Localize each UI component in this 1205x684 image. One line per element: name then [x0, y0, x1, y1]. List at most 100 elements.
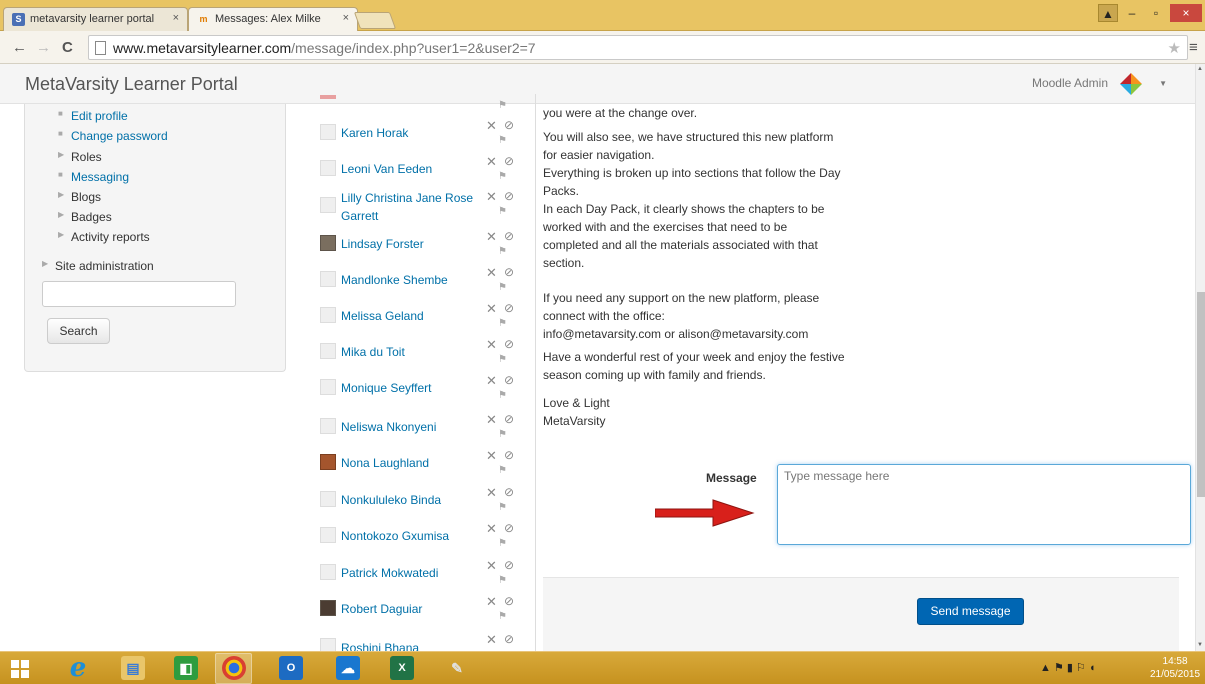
system-clock[interactable]: 14:58 21/05/2015 [1150, 655, 1200, 681]
page-scrollbar[interactable]: ▲ ▼ [1195, 64, 1205, 651]
minimize-button[interactable]: – [1121, 4, 1143, 22]
contact-name-link[interactable]: Monique Seyffert [341, 379, 432, 397]
flag-icon[interactable]: ⚑ [498, 246, 507, 257]
send-message-button[interactable]: Send message [917, 598, 1024, 625]
expand-arrow-icon[interactable]: ▶ [58, 230, 64, 239]
remove-contact-icon[interactable]: ✕ [486, 594, 497, 610]
expand-arrow-icon[interactable]: ▶ [58, 210, 64, 219]
paint-icon[interactable]: ✎ [445, 656, 469, 680]
close-window-button[interactable]: × [1170, 4, 1202, 22]
block-contact-icon[interactable]: ⊘ [504, 373, 514, 387]
contact-name-link[interactable]: Robert Daguiar [341, 600, 422, 618]
user-profile-icon[interactable]: ▲ [1098, 4, 1118, 22]
remove-contact-icon[interactable]: ✕ [486, 265, 497, 281]
block-contact-icon[interactable]: ⊘ [504, 412, 514, 426]
expand-arrow-icon[interactable]: ▶ [58, 150, 64, 159]
flag-icon[interactable]: ⚑ [498, 171, 507, 182]
contact-name-link[interactable]: Nontokozo Gxumisa [341, 527, 449, 545]
forward-arrow-icon[interactable]: → [36, 39, 51, 56]
contact-name-link[interactable]: Karen Horak [341, 124, 408, 142]
user-menu-caret-icon[interactable]: ▼ [1159, 79, 1167, 88]
contact-name-link[interactable]: Mandlonke Shembe [341, 271, 448, 289]
remove-contact-icon[interactable]: ✕ [486, 154, 497, 170]
flag-icon[interactable]: ⚑ [498, 318, 507, 329]
onedrive-icon[interactable]: ☁ [336, 656, 360, 680]
file-explorer-icon[interactable]: ▤ [121, 656, 145, 680]
remove-contact-icon[interactable]: ✕ [486, 632, 497, 648]
contact-name-link[interactable]: Melissa Geland [341, 307, 424, 325]
remove-contact-icon[interactable]: ✕ [486, 412, 497, 428]
remove-contact-icon[interactable]: ✕ [486, 521, 497, 537]
contact-name-link[interactable]: Nona Laughland [341, 454, 429, 472]
remove-contact-icon[interactable]: ✕ [486, 485, 497, 501]
excel-icon[interactable]: X [390, 656, 414, 680]
scroll-down-icon[interactable]: ▼ [1197, 642, 1203, 648]
block-contact-icon[interactable]: ⊘ [504, 301, 514, 315]
remove-contact-icon[interactable]: ✕ [486, 118, 497, 134]
contact-name-link[interactable]: Nonkululeko Binda [341, 491, 441, 509]
expand-arrow-icon[interactable]: ▶ [58, 190, 64, 199]
chrome-icon[interactable] [222, 656, 246, 680]
search-input[interactable] [42, 281, 236, 307]
sidebar-item-label[interactable]: Messaging [71, 170, 129, 184]
bookmark-star-icon[interactable]: ★ [1168, 39, 1181, 57]
flag-icon[interactable]: ⚑ [498, 282, 507, 293]
scrollbar-thumb[interactable] [1197, 292, 1205, 497]
block-contact-icon[interactable]: ⊘ [504, 118, 514, 132]
system-tray-icons[interactable]: ▲ ⚑ ▮ ⚐ ◖ [1040, 661, 1096, 674]
expand-arrow-icon[interactable]: ▶ [42, 259, 48, 268]
message-textarea[interactable] [777, 464, 1191, 545]
block-contact-icon[interactable]: ⊘ [504, 229, 514, 243]
tab-messages[interactable]: m Messages: Alex Milke × [188, 7, 358, 31]
contact-name-link[interactable]: Mika du Toit [341, 343, 405, 361]
flag-icon[interactable]: ⚑ [498, 575, 507, 586]
contact-name-link[interactable]: Leoni Van Eeden [341, 160, 432, 178]
contact-name-link[interactable]: Lilly Christina Jane Rose Garrett [341, 189, 486, 225]
close-tab-icon[interactable]: × [343, 12, 349, 24]
search-button[interactable]: Search [47, 318, 110, 344]
remove-contact-icon[interactable]: ✕ [486, 373, 497, 389]
sidebar-item-label[interactable]: Edit profile [71, 109, 128, 123]
store-icon[interactable]: ◧ [174, 656, 198, 680]
block-contact-icon[interactable]: ⊘ [504, 558, 514, 572]
remove-contact-icon[interactable]: ✕ [486, 448, 497, 464]
flag-icon[interactable]: ⚑ [498, 611, 507, 622]
outlook-icon[interactable]: O [279, 656, 303, 680]
flag-icon[interactable]: ⚑ [498, 465, 507, 476]
contact-name-link[interactable]: Roshini Bhana [341, 639, 419, 651]
flag-icon[interactable]: ⚑ [498, 135, 507, 146]
address-bar[interactable]: www.metavarsitylearner.com/message/index… [88, 35, 1188, 60]
block-contact-icon[interactable]: ⊘ [504, 521, 514, 535]
internet-explorer-icon[interactable]: e [66, 655, 90, 681]
new-tab-button[interactable] [353, 12, 397, 29]
contact-name-link[interactable]: Patrick Mokwatedi [341, 564, 438, 582]
contact-name-link[interactable]: Lindsay Forster [341, 235, 424, 253]
tab-metavarsity-portal[interactable]: S metavarsity learner portal × [3, 7, 188, 31]
reload-icon[interactable]: C [62, 39, 73, 56]
block-contact-icon[interactable]: ⊘ [504, 594, 514, 608]
block-contact-icon[interactable]: ⊘ [504, 154, 514, 168]
windows-start-icon[interactable] [11, 660, 29, 678]
block-contact-icon[interactable]: ⊘ [504, 337, 514, 351]
moodle-logo-icon[interactable] [1119, 72, 1143, 96]
block-contact-icon[interactable]: ⊘ [504, 265, 514, 279]
flag-icon[interactable]: ⚑ [498, 354, 507, 365]
chrome-menu-icon[interactable]: ≡ [1189, 39, 1198, 56]
site-name[interactable]: MetaVarsity Learner Portal [25, 74, 238, 95]
block-contact-icon[interactable]: ⊘ [504, 485, 514, 499]
remove-contact-icon[interactable]: ✕ [486, 301, 497, 317]
flag-icon[interactable]: ⚑ [498, 502, 507, 513]
remove-contact-icon[interactable]: ✕ [486, 189, 497, 205]
flag-icon[interactable]: ⚑ [498, 429, 507, 440]
scroll-up-icon[interactable]: ▲ [1197, 66, 1203, 72]
remove-contact-icon[interactable]: ✕ [486, 229, 497, 245]
contact-name-link[interactable]: Neliswa Nkonyeni [341, 418, 436, 436]
flag-icon[interactable]: ⚑ [498, 538, 507, 549]
flag-icon[interactable]: ⚑ [498, 206, 507, 217]
block-contact-icon[interactable]: ⊘ [504, 189, 514, 203]
block-contact-icon[interactable]: ⊘ [504, 448, 514, 462]
remove-contact-icon[interactable]: ✕ [486, 558, 497, 574]
user-menu-name[interactable]: Moodle Admin [1032, 76, 1108, 90]
block-contact-icon[interactable]: ⊘ [504, 632, 514, 646]
sidebar-item-label[interactable]: Change password [71, 129, 168, 143]
